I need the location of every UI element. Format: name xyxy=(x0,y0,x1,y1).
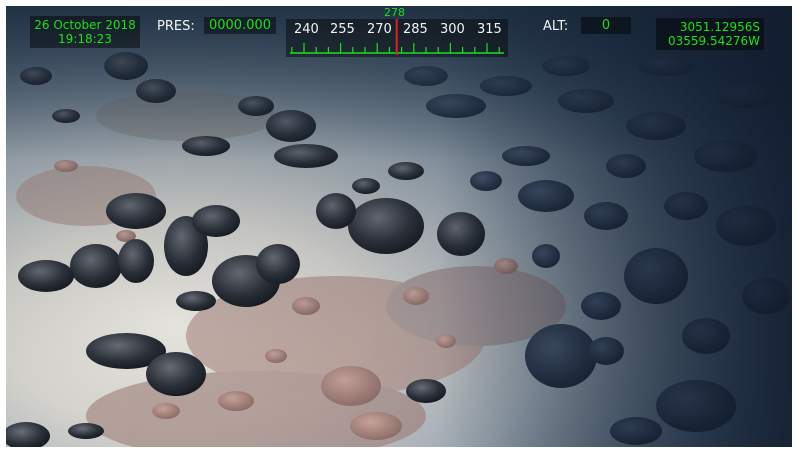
pressure-value: 0000.000 xyxy=(204,17,276,34)
camera-view: 26 October 2018 19:18:23 PRES: 0000.000 … xyxy=(6,6,792,447)
compass-tick-label: 270 xyxy=(367,22,392,37)
latitude-text: 3051.12956S xyxy=(679,20,760,34)
position-panel: 3051.12956S 03559.54276W xyxy=(656,18,764,50)
time-text: 19:18:23 xyxy=(58,32,112,46)
seafloor-image xyxy=(6,6,792,447)
altitude-value: 0 xyxy=(581,17,631,34)
compass-tick-label: 300 xyxy=(440,22,465,37)
compass-tick-label: 255 xyxy=(330,22,355,37)
compass-ticks xyxy=(290,19,504,55)
heading-compass: 240 255 270 285 300 315 xyxy=(286,19,508,57)
altitude-label: ALT: xyxy=(543,19,569,34)
compass-tick-label: 240 xyxy=(294,22,319,37)
compass-tick-label: 315 xyxy=(477,22,502,37)
timestamp-panel: 26 October 2018 19:18:23 xyxy=(30,16,140,48)
heading-value: 278 xyxy=(384,6,405,19)
pressure-label: PRES: xyxy=(157,19,195,34)
compass-tick-label: 285 xyxy=(403,22,428,37)
longitude-text: 03559.54276W xyxy=(667,34,760,48)
date-text: 26 October 2018 xyxy=(34,18,136,32)
